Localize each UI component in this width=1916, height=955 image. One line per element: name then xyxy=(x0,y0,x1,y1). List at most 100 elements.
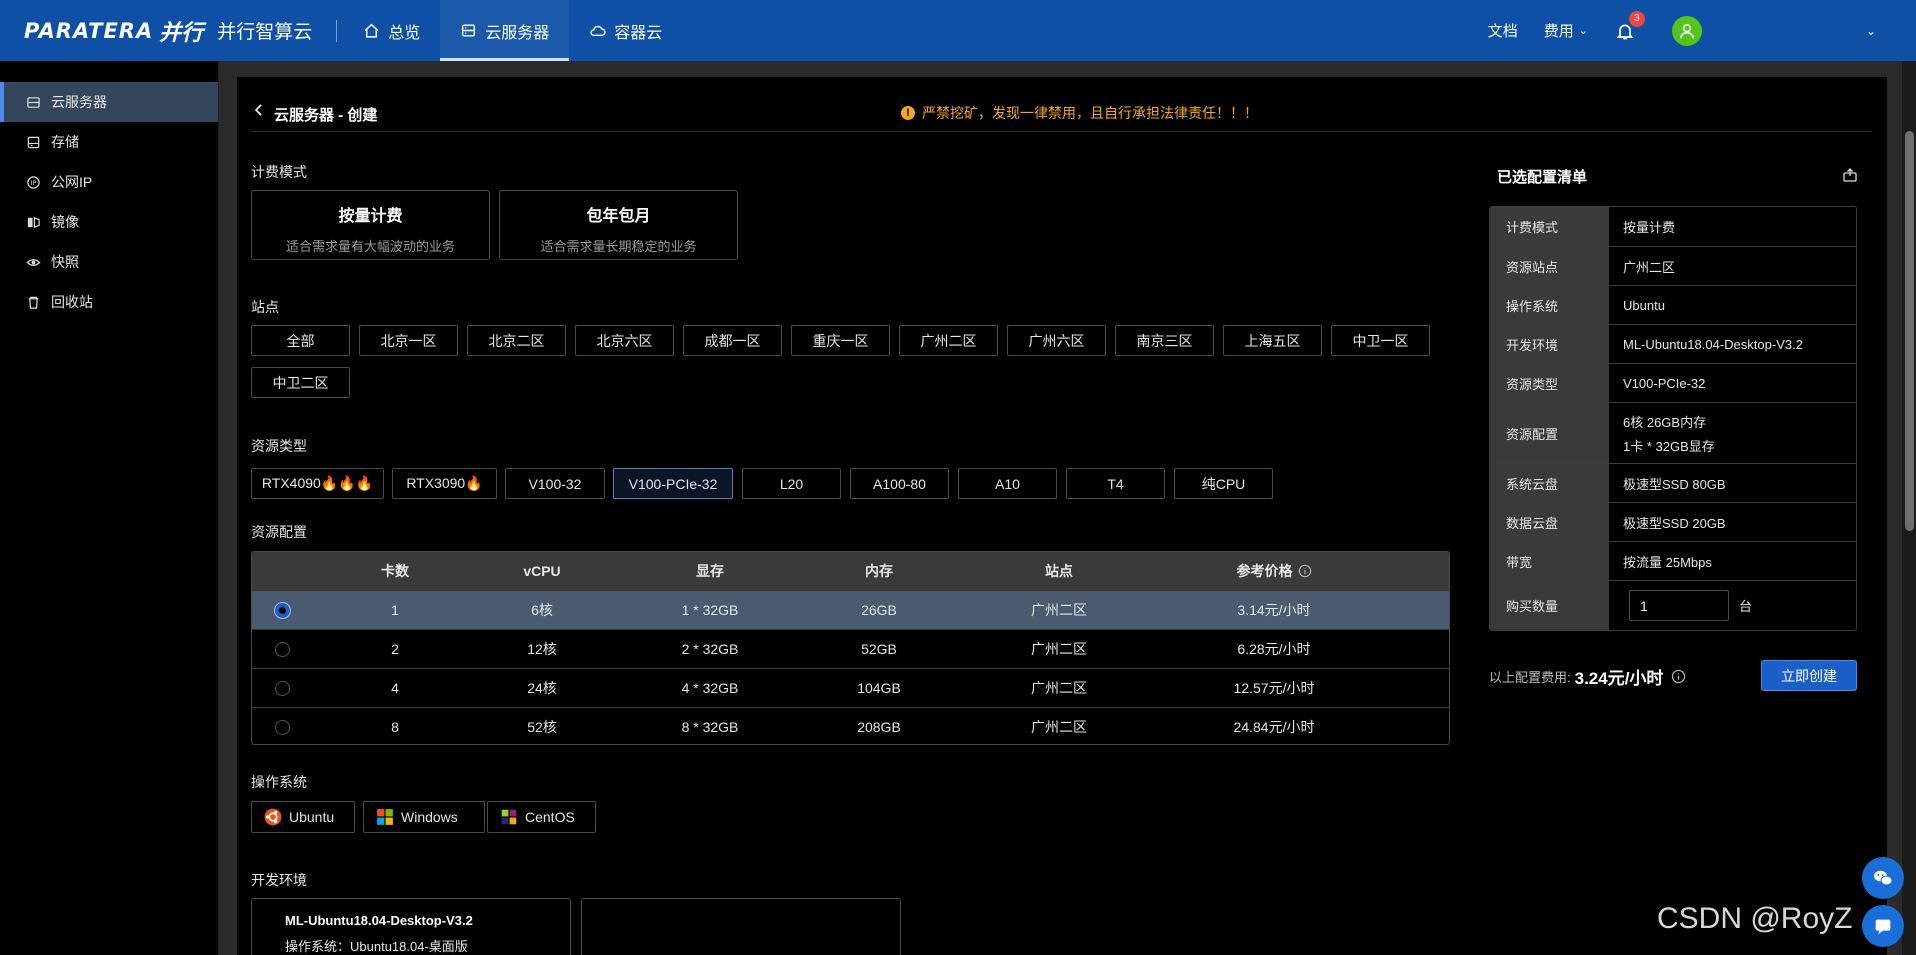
top-nav-cloud-server[interactable]: 云服务器 xyxy=(440,0,570,61)
back-icon[interactable] xyxy=(251,100,267,120)
export-icon[interactable] xyxy=(1842,167,1858,183)
sidebar-item-label: 公网IP xyxy=(51,174,93,190)
cell: 2 * 32GB xyxy=(681,641,739,657)
logo[interactable]: PARATERA 并行 并行智算云 xyxy=(24,15,312,47)
site-option[interactable]: 中卫二区 xyxy=(251,367,350,398)
sidebar-item-cloud-server[interactable]: 云服务器 xyxy=(0,82,218,122)
wechat-button[interactable] xyxy=(1862,857,1904,899)
billing-option-desc: 适合需求量长期稳定的业务 xyxy=(540,239,697,254)
chevron-down-icon: ⌄ xyxy=(1578,25,1588,37)
resource-type-option[interactable]: RTX4090🔥🔥🔥 xyxy=(251,468,384,499)
sidebar-item-image[interactable]: 镜像 xyxy=(0,202,218,242)
site-option[interactable]: 上海五区 xyxy=(1223,325,1322,356)
env-option-card-empty[interactable] xyxy=(581,898,901,955)
site-option[interactable]: 广州六区 xyxy=(1007,325,1106,356)
create-button[interactable]: 立即创建 xyxy=(1761,660,1857,691)
summary-row: 带宽 按流量 25Mbps xyxy=(1490,541,1856,580)
resource-type-option[interactable]: A10 xyxy=(958,468,1057,499)
env-card-subtitle: 操作系统：Ubuntu18.04-桌面版 xyxy=(285,939,468,954)
sidebar-item-label: 回收站 xyxy=(51,294,93,310)
recycle-icon xyxy=(28,296,39,309)
resource-type-option-selected[interactable]: V100-PCIe-32 xyxy=(613,468,733,499)
env-option-card[interactable]: ML-Ubuntu18.04-Desktop-V3.2 操作系统：Ubuntu1… xyxy=(251,898,571,955)
resource-type-option[interactable]: V100-32 xyxy=(505,468,605,499)
site-option[interactable]: 北京六区 xyxy=(575,325,674,356)
site-option[interactable]: 重庆一区 xyxy=(791,325,890,356)
storage-icon xyxy=(27,136,40,148)
quantity-unit: 台 xyxy=(1739,599,1753,614)
sidebar-item-label: 镜像 xyxy=(51,214,79,230)
cell: 8 xyxy=(391,719,399,735)
table-row[interactable]: 8 52核 8 * 32GB 208GB 广州二区 24.84元/小时 xyxy=(252,707,1449,744)
summary-row: 资源站点 广州二区 xyxy=(1490,246,1856,285)
sidebar-item-public-ip[interactable]: IP 公网IP xyxy=(0,162,218,202)
table-row[interactable]: 1 6核 1 * 32GB 26GB 广州二区 3.14元/小时 xyxy=(252,590,1449,629)
cell: 3.14元/小时 xyxy=(1237,602,1311,618)
page-title: 云服务器 - 创建 xyxy=(274,107,378,124)
column-header: 站点 xyxy=(1045,563,1073,579)
centos-icon xyxy=(501,809,517,825)
resource-type-option[interactable]: A100-80 xyxy=(850,468,949,499)
top-nav-overview[interactable]: 总览 xyxy=(343,0,440,61)
sidebar-item-label: 存储 xyxy=(51,134,79,150)
chevron-down-icon[interactable]: ⌄ xyxy=(1866,24,1876,38)
os-option-windows[interactable]: Windows xyxy=(363,801,485,833)
row-radio[interactable] xyxy=(274,602,290,618)
table-row[interactable]: 2 12核 2 * 32GB 52GB 广州二区 6.28元/小时 xyxy=(252,629,1449,668)
info-icon[interactable] xyxy=(1671,669,1686,684)
row-radio[interactable] xyxy=(274,641,290,657)
site-option[interactable]: 南京三区 xyxy=(1115,325,1214,356)
site-option[interactable]: 广州二区 xyxy=(899,325,998,356)
site-option[interactable]: 北京二区 xyxy=(467,325,566,356)
os-option-centos[interactable]: CentOS xyxy=(487,801,596,833)
summary-row: 数据云盘 极速型SSD 20GB xyxy=(1490,502,1856,541)
billing-option-monthly[interactable]: 包年包月 适合需求量长期稳定的业务 xyxy=(499,190,738,260)
site-option[interactable]: 北京一区 xyxy=(359,325,458,356)
resource-type-option[interactable]: T4 xyxy=(1066,468,1165,499)
sidebar-item-label: 快照 xyxy=(51,254,79,270)
docs-link[interactable]: 文档 xyxy=(1488,20,1518,41)
summary-key: 资源站点 xyxy=(1490,247,1609,285)
summary-value: 极速型SSD 20GB xyxy=(1623,515,1726,531)
table-row[interactable]: 4 24核 4 * 32GB 104GB 广州二区 12.57元/小时 xyxy=(252,668,1449,707)
site-option[interactable]: 全部 xyxy=(251,325,350,356)
avatar[interactable] xyxy=(1671,15,1702,46)
scrollbar[interactable] xyxy=(1902,61,1916,955)
resource-type-option[interactable]: RTX3090🔥 xyxy=(392,468,497,499)
row-radio[interactable] xyxy=(274,680,290,696)
fees-dropdown[interactable]: 费用 ⌄ xyxy=(1544,20,1588,41)
summary-value: ML-Ubuntu18.04-Desktop-V3.2 xyxy=(1623,336,1803,352)
resource-type-label: 资源类型 xyxy=(251,438,307,454)
scrollbar-thumb[interactable] xyxy=(1905,131,1914,531)
os-option-ubuntu[interactable]: Ubuntu xyxy=(251,801,355,833)
warning-text: 严禁挖矿，发现一律禁用，且自行承担法律责任！！！ xyxy=(922,105,1258,121)
ubuntu-icon xyxy=(264,808,282,826)
customer-service-button[interactable] xyxy=(1862,905,1904,947)
username[interactable] xyxy=(1712,23,1862,39)
sidebar: 云服务器 存储 IP 公网IP 镜像 快照 回收站 xyxy=(0,61,219,955)
wechat-icon xyxy=(1874,870,1893,886)
resource-config-label: 资源配置 xyxy=(251,524,307,540)
notification-badge: 3 xyxy=(1628,10,1645,27)
cell: 12核 xyxy=(527,641,557,657)
sidebar-item-storage[interactable]: 存储 xyxy=(0,122,218,162)
resource-type-option[interactable]: 纯CPU xyxy=(1174,468,1273,499)
top-nav-container-cloud[interactable]: 容器云 xyxy=(569,0,682,61)
quantity-input[interactable] xyxy=(1629,590,1729,621)
resource-type-option[interactable]: L20 xyxy=(742,468,841,499)
env-label: 开发环境 xyxy=(251,872,307,888)
warning-icon: ! xyxy=(901,106,915,120)
site-option[interactable]: 中卫一区 xyxy=(1331,325,1430,356)
svg-text:IP: IP xyxy=(31,179,37,187)
cloud-icon xyxy=(590,25,606,36)
sidebar-item-recycle-bin[interactable]: 回收站 xyxy=(0,282,218,322)
site-option[interactable]: 成都一区 xyxy=(683,325,782,356)
row-radio[interactable] xyxy=(274,719,290,735)
sidebar-item-snapshot[interactable]: 快照 xyxy=(0,242,218,282)
notification-button[interactable]: 3 xyxy=(1614,10,1645,42)
table-header: 卡数 vCPU 显存 内存 站点 参考价格 xyxy=(252,552,1449,590)
os-option-label: Windows xyxy=(401,809,458,825)
billing-option-pay-as-you-go[interactable]: 按量计费 适合需求量有大幅波动的业务 xyxy=(251,190,490,260)
warning-banner: ! 严禁挖矿，发现一律禁用，且自行承担法律责任！！！ xyxy=(901,103,1258,123)
info-icon[interactable] xyxy=(1298,564,1312,578)
